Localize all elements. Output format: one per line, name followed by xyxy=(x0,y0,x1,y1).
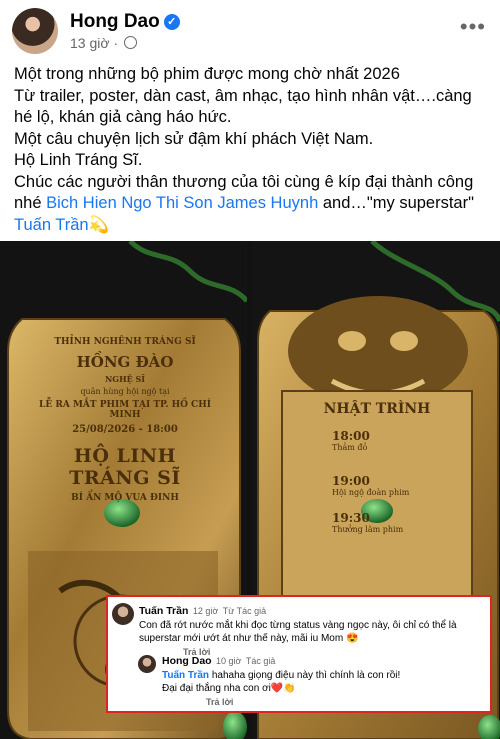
schedule-item: 19:00 Hội ngộ đoàn phim xyxy=(332,474,472,497)
invite-name: HỒNG ĐÀO xyxy=(76,353,174,371)
comment-text: Tuấn Trần hahaha giọng điệu này thì chín… xyxy=(162,669,488,682)
comment-text-2: Đại đại thắng nha con ơi❤️👏 xyxy=(162,683,296,694)
invite-subtitle: BÍ ẨN MỘ VUA ĐINH xyxy=(71,493,179,503)
post-line: Hộ Linh Tráng Sĩ. xyxy=(14,151,143,169)
mention-thi-son[interactable]: Thi Son xyxy=(156,194,213,212)
invite-line3: LỄ RA MẮT PHIM TẠI TP. HỒ CHÍ MINH xyxy=(39,400,211,420)
mention-james-huynh[interactable]: James Huynh xyxy=(217,194,318,212)
schedule-time: 19:30 xyxy=(332,511,370,525)
schedule-list: 18:00 Thảm đỏ 19:00 Hội ngộ đoàn phim 19… xyxy=(332,429,472,534)
schedule-time: 18:00 xyxy=(332,429,370,443)
meta-dot: · xyxy=(113,35,119,51)
more-options-button[interactable]: ••• xyxy=(460,14,486,40)
invitation-front-text: THỈNH NGHÊNH TRÁNG SĨ HỒNG ĐÀO NGHỆ SĨ q… xyxy=(30,331,220,503)
schedule-label: Thảm đỏ xyxy=(332,443,368,452)
comment-1: Tuấn Trần 12 giờ Từ Tác giả Con đã rớt n… xyxy=(139,601,487,657)
comment-body: hahaha giọng điệu này thì chính là con r… xyxy=(209,670,401,681)
globe-icon xyxy=(124,36,137,49)
comment-author: Tuấn Trần xyxy=(139,605,189,617)
post-images: THỈNH NGHÊNH TRÁNG SĨ HỒNG ĐÀO NGHỆ SĨ q… xyxy=(0,241,500,739)
sparkle-emoji: 💫 xyxy=(88,215,110,234)
post-line: Một trong những bộ phim được mong chờ nh… xyxy=(14,65,400,83)
post-line: Từ trailer, poster, dàn cast, âm nhạc, t… xyxy=(14,86,472,127)
author-name-row[interactable]: Hong Dao ✓ xyxy=(70,11,180,33)
invite-role: NGHỆ SĨ xyxy=(104,374,146,384)
comment-screenshot-overlay: Tuấn Trần 12 giờ Từ Tác giả Con đã rớt n… xyxy=(106,595,492,713)
comment-mention[interactable]: Tuấn Trần xyxy=(162,670,209,681)
author-name[interactable]: Hong Dao xyxy=(70,11,160,32)
author-badge: Tác giả xyxy=(245,656,276,666)
invite-line2: quân hùng hội ngộ tại xyxy=(80,387,170,396)
comment-text: Con đã rớt nước mắt khi đọc từng status … xyxy=(139,620,457,644)
mention-bich-hien-ngo[interactable]: Bich Hien Ngo xyxy=(46,194,151,212)
post-line: Một câu chuyện lịch sử đậm khí phách Việ… xyxy=(14,129,374,148)
post-and-text: and…"my superstar" xyxy=(318,194,474,212)
commenter-avatar xyxy=(112,603,134,625)
mention-tuan-tran[interactable]: Tuấn Trần xyxy=(14,216,89,234)
invite-datetime: 25/08/2026 - 18:00 xyxy=(72,424,178,435)
post-meta: 13 giờ · xyxy=(70,35,137,51)
invitation-back-text: NHẬT TRÌNH 18:00 Thảm đỏ 19:00 Hội ngộ đ… xyxy=(282,401,472,534)
author-avatar[interactable] xyxy=(12,8,58,54)
reply-avatar xyxy=(138,655,156,673)
invite-line1: THỈNH NGHÊNH TRÁNG SĨ xyxy=(54,337,196,347)
schedule-heading: NHẬT TRÌNH xyxy=(323,401,431,417)
comment-time: 12 giờ xyxy=(192,606,219,616)
comment-time: 10 giờ xyxy=(216,656,242,666)
invite-title: HỘ LINH TRÁNG SĨ xyxy=(69,445,181,489)
post-text: Một trong những bộ phim được mong chờ nh… xyxy=(14,64,492,236)
post-header: Hong Dao ✓ 13 giờ · ••• xyxy=(0,0,500,62)
post-time[interactable]: 13 giờ xyxy=(70,35,110,51)
schedule-time: 19:00 xyxy=(332,474,370,488)
schedule-item: 19:30 Thưởng lãm phim xyxy=(332,511,472,534)
comment-2: Hong Dao 10 giờ Tác giả Tuấn Trần hahaha… xyxy=(162,651,488,707)
schedule-label: Hội ngộ đoàn phim xyxy=(332,488,410,497)
comment-author: Hong Dao xyxy=(162,655,212,667)
post-line-mentions: Chúc các người thân thương của tôi cùng … xyxy=(14,172,492,237)
schedule-item: 18:00 Thảm đỏ xyxy=(332,429,472,452)
author-badge: Từ Tác giả xyxy=(222,606,267,616)
reply-link[interactable]: Trả lời xyxy=(206,697,488,707)
verified-badge-icon: ✓ xyxy=(163,13,180,30)
schedule-label: Thưởng lãm phim xyxy=(332,525,404,534)
